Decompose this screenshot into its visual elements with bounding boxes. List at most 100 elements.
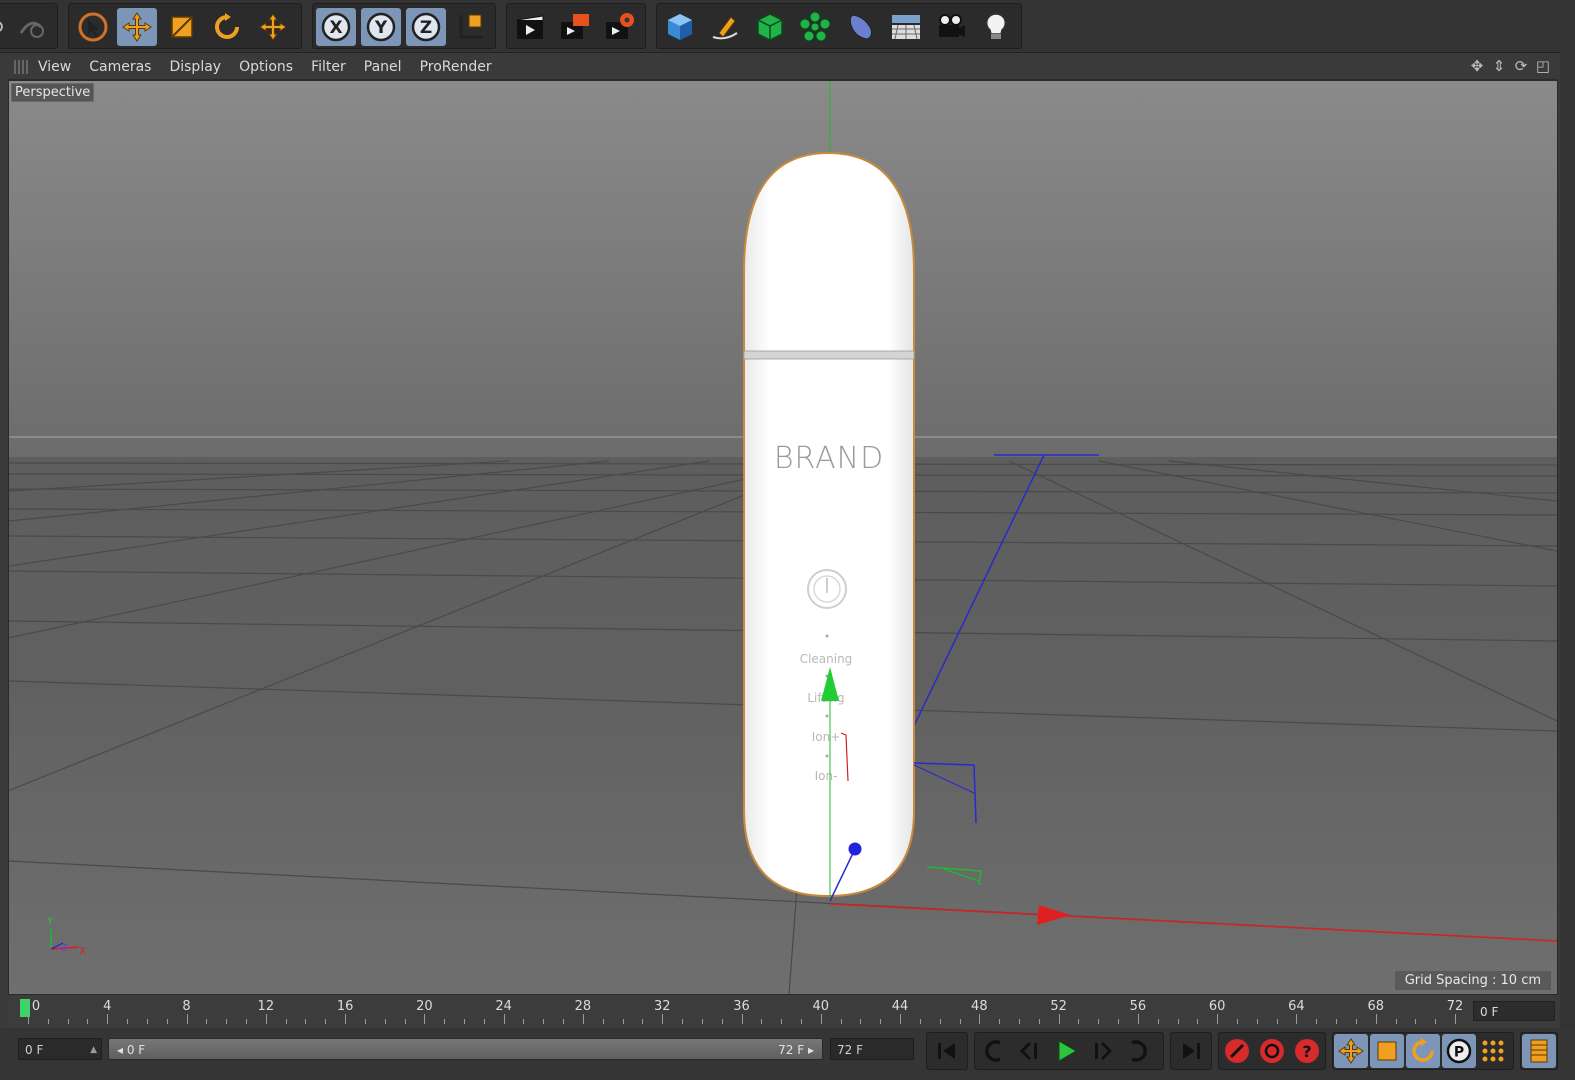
mode-label-ion-minus: Ion- — [815, 769, 838, 783]
keyframe-selection-icon[interactable]: ? — [1290, 1034, 1324, 1068]
timeline-tick-label: 52 — [1050, 999, 1067, 1014]
axis-indicator: Y Z X — [46, 916, 86, 957]
camera-label[interactable]: Perspective — [11, 83, 95, 102]
deformer-icon[interactable] — [841, 8, 881, 46]
select-icon[interactable] — [73, 8, 113, 46]
go-to-start-icon[interactable] — [930, 1034, 964, 1068]
key-position-icon[interactable] — [1334, 1034, 1368, 1068]
move-icon[interactable] — [117, 8, 157, 46]
redo-icon[interactable] — [11, 8, 51, 46]
dolly-view-icon[interactable]: ⇕ — [1490, 57, 1508, 75]
start-frame-value: 0 F — [25, 1043, 44, 1057]
render-picture-viewer-icon[interactable] — [555, 8, 595, 46]
timeline-tick-mark — [345, 1014, 347, 1024]
timeline-tick-label: 4 — [103, 999, 112, 1014]
timeline-window-icon[interactable] — [1522, 1034, 1556, 1068]
timeline-tick-mark — [246, 1019, 247, 1024]
light-icon[interactable] — [976, 8, 1016, 46]
go-to-end-icon[interactable] — [1174, 1034, 1208, 1068]
floor-icon[interactable] — [886, 8, 926, 46]
panel-grip-icon[interactable] — [14, 60, 28, 74]
edit-render-settings-icon[interactable] — [600, 8, 640, 46]
timeline-tick-label: 12 — [257, 999, 275, 1014]
pen-spline-icon[interactable] — [705, 8, 745, 46]
timeline-tick-mark — [1058, 1014, 1060, 1024]
live-move-icon[interactable] — [253, 8, 293, 46]
menu-filter[interactable]: Filter — [311, 59, 346, 75]
rotate-icon[interactable] — [207, 8, 247, 46]
pan-view-icon[interactable]: ✥ — [1468, 57, 1486, 75]
autokeying-icon[interactable] — [1255, 1034, 1289, 1068]
key-rotation-icon[interactable] — [1406, 1034, 1440, 1068]
timeline-tick-mark — [305, 1019, 307, 1024]
previous-frame-icon[interactable] — [1013, 1034, 1047, 1068]
camera-icon[interactable] — [931, 8, 971, 46]
orbit-view-icon[interactable]: ⟳ — [1512, 57, 1530, 75]
preview-range-slider[interactable]: ◂ 0 F 72 F ▸ — [108, 1038, 823, 1060]
end-frame-field[interactable]: 72 F — [830, 1038, 914, 1060]
viewport-menu-bar: View Cameras Display Options Filter Pane… — [8, 55, 1558, 80]
next-frame-icon[interactable] — [1085, 1034, 1119, 1068]
current-frame-field[interactable]: 0 F — [1473, 1001, 1555, 1021]
key-scale-icon[interactable] — [1370, 1034, 1404, 1068]
subdivision-surface-icon[interactable] — [750, 8, 790, 46]
cloner-icon[interactable] — [795, 8, 835, 46]
animation-toolbar: 0 F ▲ ◂ 0 F 72 F ▸ 72 F ? P — [0, 1028, 1575, 1080]
viewport-scene: BRAND Cleaning Lifting Ion+ Ion- — [9, 81, 1557, 994]
timeline-tick-mark — [800, 1019, 802, 1024]
maximize-view-icon[interactable]: ◰ — [1534, 57, 1552, 75]
timeline-tick-mark — [642, 1019, 644, 1024]
timeline-tick-mark — [682, 1019, 684, 1024]
timeline-tick-mark — [1296, 1014, 1298, 1024]
xz-plane-handle[interactable] — [913, 762, 977, 824]
axis-indicator-z: Z — [61, 943, 68, 954]
playhead-marker[interactable] — [20, 999, 30, 1017]
timeline-tick-mark — [1157, 1019, 1159, 1024]
timeline-ruler[interactable]: 0 4 8 12 16 20 24 28 32 36 40 44 48 52 56 60 64 68 72 0 F — [8, 995, 1556, 1027]
record-active-objects-icon[interactable] — [1220, 1034, 1254, 1068]
history-group — [0, 3, 58, 49]
play-forward-icon[interactable] — [1049, 1034, 1083, 1068]
timeline-tick-mark — [1316, 1019, 1318, 1024]
timeline-tick-label: 8 — [182, 999, 191, 1014]
key-point-level-icon[interactable] — [1476, 1034, 1510, 1068]
previous-key-icon[interactable] — [977, 1034, 1011, 1068]
menu-display[interactable]: Display — [169, 59, 221, 75]
z-axis-lock-icon[interactable]: Z — [406, 8, 446, 46]
grid-spacing-label: Grid Spacing : 10 cm — [1394, 971, 1551, 990]
timeline-tick-label: 28 — [574, 999, 592, 1014]
menu-options[interactable]: Options — [239, 59, 293, 75]
scale-icon[interactable] — [162, 8, 202, 46]
timeline-tick-mark — [1355, 1019, 1357, 1024]
timeline-tick-mark — [939, 1019, 941, 1024]
z-axis-handle[interactable] — [848, 842, 862, 856]
timeline-tick-label: 36 — [733, 999, 750, 1014]
timeline-tick-mark — [701, 1019, 703, 1024]
timeline-tick-mark — [444, 1019, 446, 1024]
render-view-icon[interactable] — [510, 8, 550, 46]
x-axis-handle[interactable] — [1037, 905, 1071, 925]
timeline-tick-mark — [1415, 1019, 1417, 1024]
menu-view[interactable]: View — [38, 59, 71, 75]
menu-panel[interactable]: Panel — [364, 59, 402, 75]
device-model[interactable]: BRAND Cleaning Lifting Ion+ Ion- — [743, 151, 915, 898]
timeline-tick-mark — [1455, 1014, 1456, 1024]
xy-plane-handle[interactable] — [926, 866, 982, 886]
timeline-tick-mark — [900, 1014, 902, 1024]
timeline-tick-mark — [721, 1019, 723, 1024]
y-axis-lock-icon[interactable]: Y — [361, 8, 401, 46]
perspective-viewport[interactable]: BRAND Cleaning Lifting Ion+ Ion- — [8, 80, 1558, 995]
start-frame-field[interactable]: 0 F ▲ — [18, 1038, 102, 1060]
undo-icon[interactable] — [0, 8, 9, 46]
cube-primitive-icon[interactable] — [660, 8, 700, 46]
menu-prorender[interactable]: ProRender — [420, 59, 492, 75]
coordinate-system-icon[interactable] — [451, 8, 491, 46]
spinner-icon[interactable]: ▲ — [90, 1039, 97, 1061]
timeline-tick-mark — [384, 1019, 386, 1024]
timeline-tick-mark — [364, 1019, 366, 1024]
next-key-icon[interactable] — [1121, 1034, 1155, 1068]
menu-cameras[interactable]: Cameras — [89, 59, 151, 75]
x-axis-lock-icon[interactable]: X — [316, 8, 356, 46]
timeline-tick-label: 24 — [495, 999, 512, 1014]
key-parameter-icon[interactable]: P — [1442, 1034, 1476, 1068]
